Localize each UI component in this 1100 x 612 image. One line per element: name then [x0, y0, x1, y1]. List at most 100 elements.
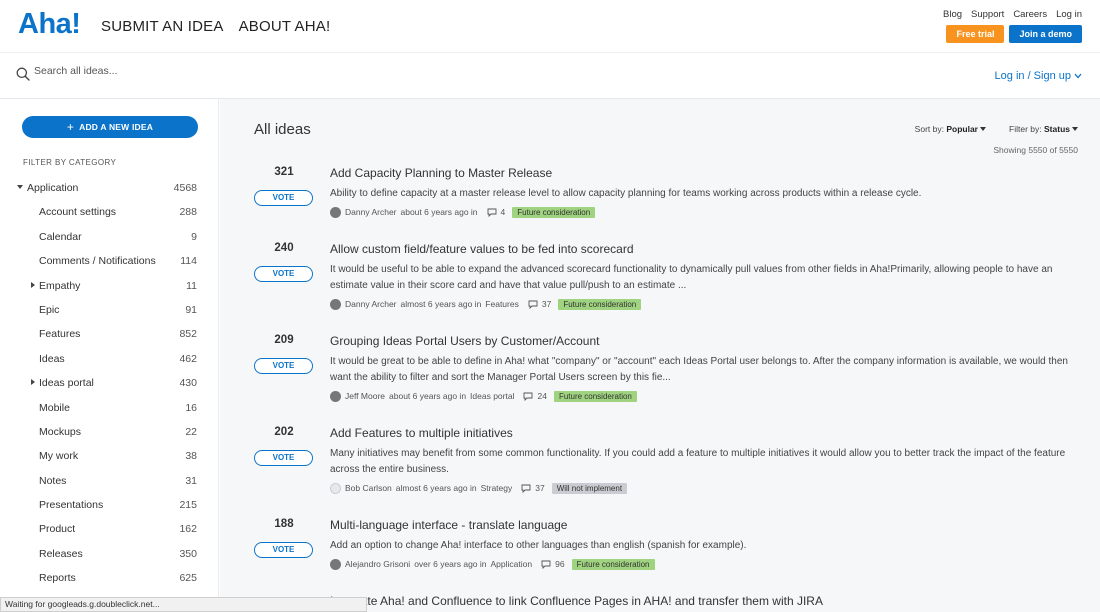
idea-category[interactable]: Strategy	[481, 483, 513, 493]
idea-author[interactable]: Alejandro Grisoni	[345, 559, 410, 569]
page-title: All ideas	[254, 121, 311, 138]
idea-author[interactable]: Bob Carlson	[345, 483, 392, 493]
category-releases[interactable]: Releases 350	[0, 543, 219, 567]
category-label: Ideas	[39, 352, 65, 365]
vote-count: 240	[274, 242, 294, 254]
category-count: 11	[186, 279, 197, 292]
category-epic[interactable]: Epic 91	[0, 299, 219, 323]
comment-count[interactable]: 4	[501, 207, 506, 217]
plus-icon: +	[66, 120, 75, 134]
support-link[interactable]: Support	[971, 9, 1004, 20]
category-count: 462	[179, 352, 197, 365]
filter-heading: FILTER BY CATEGORY	[23, 158, 117, 167]
category-count: 288	[179, 206, 197, 219]
idea-title[interactable]: Add Features to multiple initiatives	[330, 426, 513, 440]
cta-buttons: Free trial Join a demo	[946, 25, 1082, 43]
idea-author[interactable]: Jeff Moore	[345, 391, 385, 401]
category-count: 22	[185, 425, 197, 438]
status-badge: Future consideration	[571, 558, 655, 570]
search-bar: Log in / Sign up	[0, 53, 1100, 99]
login-signup-label: Log in / Sign up	[994, 70, 1071, 82]
careers-link[interactable]: Careers	[1013, 9, 1047, 20]
category-empathy[interactable]: Empathy 11	[0, 275, 219, 299]
blog-link[interactable]: Blog	[943, 9, 962, 20]
nav-submit-idea[interactable]: SUBMIT AN IDEA	[101, 18, 224, 35]
vote-button[interactable]: VOTE	[254, 542, 313, 558]
idea-description: It would be useful to be able to expand …	[330, 264, 1053, 291]
results-count: Showing 5550 of 5550	[993, 145, 1078, 155]
idea-meta: Danny Archer almost 6 years ago in Featu…	[330, 297, 642, 311]
search-icon	[16, 67, 30, 81]
category-label: Empathy	[39, 279, 81, 292]
status-badge: Will not implement	[551, 482, 628, 494]
sidebar: + ADD A NEW IDEA FILTER BY CATEGORY Appl…	[0, 99, 219, 612]
category-calendar[interactable]: Calendar 9	[0, 226, 219, 250]
vote-button[interactable]: VOTE	[254, 450, 313, 466]
nav-about-aha[interactable]: ABOUT AHA!	[239, 18, 331, 35]
category-count: 215	[179, 499, 197, 512]
add-new-idea-label: ADD A NEW IDEA	[79, 122, 154, 132]
category-product[interactable]: Product 162	[0, 518, 219, 542]
category-count: 9	[191, 230, 197, 243]
comment-count[interactable]: 24	[537, 391, 546, 401]
category-label: My work	[39, 450, 79, 463]
search-input[interactable]	[34, 65, 334, 77]
join-demo-button[interactable]: Join a demo	[1009, 25, 1082, 43]
category-reports[interactable]: Reports 625	[0, 567, 219, 591]
category-notes[interactable]: Notes 31	[0, 470, 219, 494]
category-my-work[interactable]: My work 38	[0, 445, 219, 469]
caret-down-icon[interactable]	[17, 185, 23, 189]
idea-description: Add an option to change Aha! interface t…	[330, 540, 747, 551]
login-link[interactable]: Log in	[1056, 9, 1082, 20]
category-count: 350	[179, 547, 197, 560]
idea-title[interactable]: Grouping Ideas Portal Users by Customer/…	[330, 334, 599, 348]
idea-description: Many initiatives may benefit from some c…	[330, 448, 1066, 475]
aha-logo[interactable]: Aha!	[18, 8, 81, 41]
free-trial-button[interactable]: Free trial	[946, 25, 1005, 43]
category-label: Reports	[39, 572, 76, 585]
category-label: Releases	[39, 547, 83, 560]
comment-count[interactable]: 37	[542, 299, 551, 309]
ideas-main: All ideas Sort by: Popular Filter by: St…	[220, 99, 1100, 612]
idea-title[interactable]: Multi-language interface - translate lan…	[330, 518, 567, 532]
filter-dropdown[interactable]: Filter by: Status	[1009, 124, 1078, 134]
category-label: Features	[39, 328, 81, 341]
idea-meta: Alejandro Grisoni over 6 years ago in Ap…	[330, 557, 655, 571]
category-mockups[interactable]: Mockups 22	[0, 421, 219, 445]
add-new-idea-button[interactable]: + ADD A NEW IDEA	[22, 116, 198, 138]
category-account-settings[interactable]: Account settings 288	[0, 201, 219, 225]
sort-dropdown[interactable]: Sort by: Popular	[915, 124, 986, 134]
category-label: Mockups	[39, 425, 82, 438]
category-features[interactable]: Features 852	[0, 323, 219, 347]
category-ideas[interactable]: Ideas 462	[0, 348, 219, 372]
comment-count[interactable]: 37	[535, 483, 544, 493]
idea-title[interactable]: Integrate Aha! and Confluence to link Co…	[330, 594, 823, 608]
category-label: Application	[27, 182, 79, 194]
chevron-down-icon	[1074, 73, 1082, 79]
vote-button[interactable]: VOTE	[254, 358, 313, 374]
category-count: 16	[185, 401, 197, 414]
caret-right-icon[interactable]	[31, 379, 35, 386]
idea-author[interactable]: Danny Archer	[345, 207, 397, 217]
category-count: 162	[179, 523, 197, 536]
vote-button[interactable]: VOTE	[254, 190, 313, 206]
category-label: Account settings	[39, 206, 117, 219]
vote-button[interactable]: VOTE	[254, 266, 313, 282]
sort-value: Popular	[946, 124, 978, 134]
caret-right-icon[interactable]	[31, 281, 35, 288]
idea-title[interactable]: Add Capacity Planning to Master Release	[330, 166, 552, 180]
idea-category[interactable]: Application	[491, 559, 533, 569]
category-mobile[interactable]: Mobile 16	[0, 397, 219, 421]
idea-title[interactable]: Allow custom field/feature values to be …	[330, 242, 634, 256]
comment-count[interactable]: 96	[555, 559, 564, 569]
idea-meta: Danny Archer about 6 years ago in 4 Futu…	[330, 205, 596, 219]
login-signup-link[interactable]: Log in / Sign up	[995, 70, 1082, 82]
category-comments-notifications[interactable]: Comments / Notifications 114	[0, 250, 219, 274]
idea-category[interactable]: Ideas portal	[470, 391, 514, 401]
idea-category[interactable]: Features	[485, 299, 519, 309]
category-presentations[interactable]: Presentations 215	[0, 494, 219, 518]
comment-icon	[524, 392, 533, 401]
category-application[interactable]: Application 4568	[0, 177, 219, 201]
category-ideas-portal[interactable]: Ideas portal 430	[0, 372, 219, 396]
idea-author[interactable]: Danny Archer	[345, 299, 397, 309]
